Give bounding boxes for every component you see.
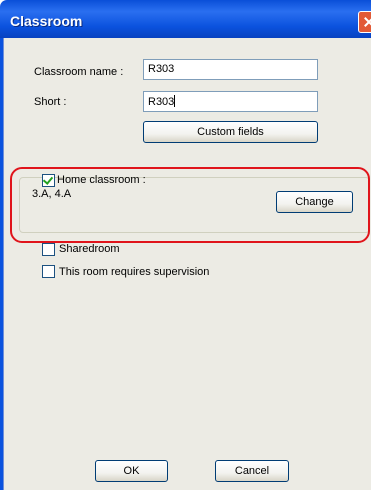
title-bar[interactable]: Classroom — [0, 0, 371, 38]
classroom-name-label: Classroom name : — [34, 66, 124, 78]
close-icon[interactable] — [358, 11, 371, 33]
supervision-label: This room requires supervision — [59, 266, 210, 278]
window-title: Classroom — [10, 13, 83, 29]
cancel-button[interactable]: Cancel — [215, 460, 289, 482]
ok-button[interactable]: OK — [95, 460, 168, 482]
short-value: R303 — [148, 96, 175, 108]
short-input[interactable]: R303 — [143, 91, 318, 112]
supervision-checkbox[interactable] — [42, 265, 55, 278]
highlight-annotation — [10, 167, 370, 243]
text-caret — [174, 95, 176, 107]
classroom-name-value: R303 — [148, 63, 175, 75]
classroom-dialog: Classroom Classroom name : R303 Short : … — [0, 0, 371, 490]
custom-fields-button[interactable]: Custom fields — [143, 121, 318, 143]
classroom-name-input[interactable]: R303 — [143, 59, 318, 80]
sharedroom-checkbox[interactable] — [42, 243, 55, 256]
sharedroom-label: Sharedroom — [59, 243, 120, 255]
short-label: Short : — [34, 96, 67, 108]
